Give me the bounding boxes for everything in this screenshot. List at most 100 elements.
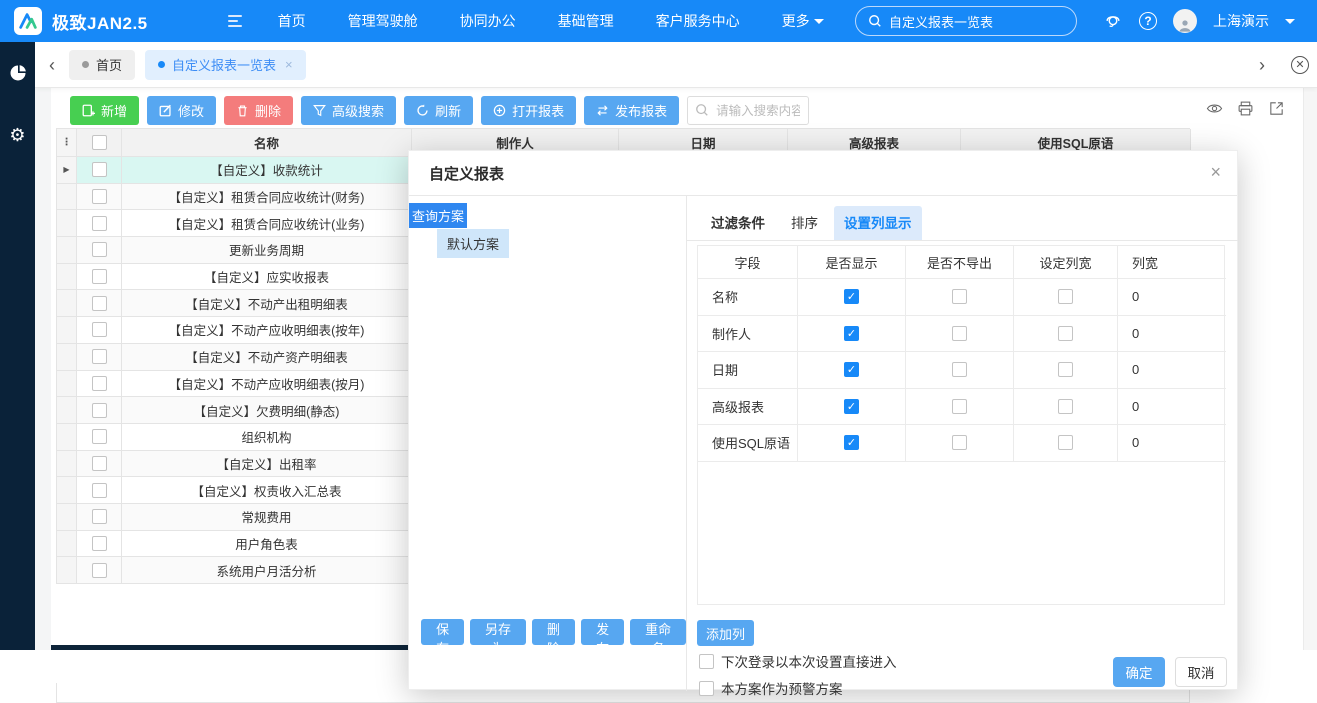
- row-checkbox[interactable]: [92, 242, 107, 257]
- row-name: 更新业务周期: [122, 237, 412, 264]
- row-checkbox[interactable]: [92, 296, 107, 311]
- print-icon[interactable]: [1237, 100, 1254, 117]
- settings-gear-icon[interactable]: ⚙: [0, 118, 35, 152]
- reports-pie-chart-icon[interactable]: [0, 56, 35, 90]
- support-headset-icon[interactable]: [1103, 10, 1123, 33]
- tab-custom-report-list[interactable]: 自定义报表一览表 ×: [145, 50, 306, 80]
- grid-col-show: 是否显示: [798, 246, 906, 279]
- row-checkbox[interactable]: [92, 349, 107, 364]
- menu-collapse-icon[interactable]: [228, 15, 242, 27]
- nav-item-more[interactable]: 更多: [782, 11, 824, 31]
- avatar[interactable]: [1173, 9, 1197, 33]
- nav-item-dashboard[interactable]: 管理驾驶舱: [348, 11, 418, 31]
- set-width-checkbox[interactable]: [1058, 399, 1073, 414]
- row-checkbox[interactable]: [92, 269, 107, 284]
- plan-delete-button[interactable]: 删除: [532, 619, 575, 645]
- tabs-scroll-left-icon[interactable]: ‹: [35, 56, 69, 74]
- help-icon[interactable]: ?: [1139, 12, 1157, 30]
- row-checkbox[interactable]: [92, 536, 107, 551]
- no-export-checkbox[interactable]: [952, 399, 967, 414]
- vertical-scrollbar[interactable]: [1303, 88, 1317, 650]
- confirm-button[interactable]: 确定: [1113, 657, 1165, 687]
- add-button[interactable]: 新增: [70, 96, 139, 125]
- row-checkbox[interactable]: [92, 456, 107, 471]
- plan-save-button[interactable]: 保存: [421, 619, 464, 645]
- edit-button[interactable]: 修改: [147, 96, 216, 125]
- width-value[interactable]: 0: [1118, 279, 1226, 316]
- set-width-checkbox[interactable]: [1058, 326, 1073, 341]
- plan-item-default[interactable]: 默认方案: [437, 229, 509, 258]
- export-icon[interactable]: [1268, 100, 1285, 117]
- tab-dot-icon: [82, 61, 89, 68]
- row-checkbox[interactable]: [92, 403, 107, 418]
- tab-sorting[interactable]: 排序: [781, 206, 828, 240]
- open-report-button[interactable]: 打开报表: [481, 96, 576, 125]
- width-value[interactable]: 0: [1118, 352, 1226, 389]
- circle-plus-icon: [493, 104, 506, 117]
- width-value[interactable]: 0: [1118, 389, 1226, 426]
- width-value[interactable]: 0: [1118, 425, 1226, 462]
- show-checkbox[interactable]: ✓: [844, 362, 859, 377]
- preview-eye-icon[interactable]: [1206, 100, 1223, 117]
- column-header-name[interactable]: 名称: [122, 129, 412, 157]
- set-width-checkbox[interactable]: [1058, 435, 1073, 450]
- remember-settings-checkbox[interactable]: 下次登录以本次设置直接进入: [699, 651, 897, 671]
- grid-col-set-width: 设定列宽: [1014, 246, 1118, 279]
- publish-report-button[interactable]: 发布报表: [584, 96, 679, 125]
- plan-save-as-button[interactable]: 另存为: [470, 619, 526, 645]
- user-menu-caret-icon[interactable]: [1285, 19, 1295, 24]
- close-all-tabs-icon[interactable]: ✕: [1291, 56, 1309, 74]
- warning-plan-checkbox[interactable]: 本方案作为预警方案: [699, 678, 843, 698]
- content-gutter: [35, 88, 51, 650]
- plan-publish-button[interactable]: 发布: [581, 619, 624, 645]
- no-export-checkbox[interactable]: [952, 326, 967, 341]
- query-plan-panel: 查询方案 默认方案 保存 另存为 删除 发布 重命名: [409, 196, 687, 691]
- select-all-checkbox[interactable]: [92, 135, 107, 150]
- global-search-value: 自定义报表一览表: [889, 12, 993, 31]
- no-export-checkbox[interactable]: [952, 289, 967, 304]
- nav-item-collaboration[interactable]: 协同办公: [460, 11, 516, 31]
- row-checkbox[interactable]: [92, 216, 107, 231]
- drag-handle-icon[interactable]: ⋮: [57, 129, 77, 157]
- tab-filter-conditions[interactable]: 过滤条件: [701, 206, 775, 240]
- row-checkbox[interactable]: [92, 483, 107, 498]
- dialog-close-icon[interactable]: ×: [1210, 163, 1221, 181]
- row-checkbox[interactable]: [92, 322, 107, 337]
- delete-button[interactable]: 删除: [224, 96, 293, 125]
- set-width-checkbox[interactable]: [1058, 362, 1073, 377]
- query-plan-section-label[interactable]: 查询方案: [409, 203, 467, 228]
- row-checkbox[interactable]: [92, 376, 107, 391]
- add-column-button[interactable]: 添加列: [697, 620, 754, 646]
- width-value[interactable]: 0: [1118, 316, 1226, 353]
- row-checkbox[interactable]: [92, 429, 107, 444]
- row-checkbox[interactable]: [92, 509, 107, 524]
- tab-home[interactable]: 首页: [69, 50, 135, 80]
- show-checkbox[interactable]: ✓: [844, 289, 859, 304]
- nav-item-customer-service[interactable]: 客户服务中心: [656, 11, 740, 31]
- row-checkbox[interactable]: [92, 162, 107, 177]
- refresh-button[interactable]: 刷新: [404, 96, 473, 125]
- nav-item-home[interactable]: 首页: [278, 11, 306, 31]
- tab-dot-icon: [158, 61, 165, 68]
- app-logo-icon[interactable]: [14, 7, 42, 35]
- no-export-checkbox[interactable]: [952, 435, 967, 450]
- tab-column-display[interactable]: 设置列显示: [834, 206, 922, 240]
- grid-row: 制作人 ✓ 0: [698, 316, 1224, 353]
- row-checkbox[interactable]: [92, 563, 107, 578]
- row-checkbox[interactable]: [92, 189, 107, 204]
- row-marker-icon: ▶: [57, 157, 77, 184]
- checkbox-icon: [699, 654, 714, 669]
- no-export-checkbox[interactable]: [952, 362, 967, 377]
- show-checkbox[interactable]: ✓: [844, 399, 859, 414]
- show-checkbox[interactable]: ✓: [844, 326, 859, 341]
- nav-item-basic-mgmt[interactable]: 基础管理: [558, 11, 614, 31]
- show-checkbox[interactable]: ✓: [844, 435, 859, 450]
- tabs-scroll-right-icon[interactable]: ›: [1245, 56, 1279, 74]
- user-name[interactable]: 上海演示: [1213, 11, 1269, 31]
- cancel-button[interactable]: 取消: [1175, 657, 1227, 687]
- set-width-checkbox[interactable]: [1058, 289, 1073, 304]
- tab-close-icon[interactable]: ×: [285, 57, 293, 72]
- global-search-input[interactable]: 自定义报表一览表: [855, 6, 1077, 36]
- plan-rename-button[interactable]: 重命名: [630, 619, 686, 645]
- advanced-search-button[interactable]: 高级搜索: [301, 96, 396, 125]
